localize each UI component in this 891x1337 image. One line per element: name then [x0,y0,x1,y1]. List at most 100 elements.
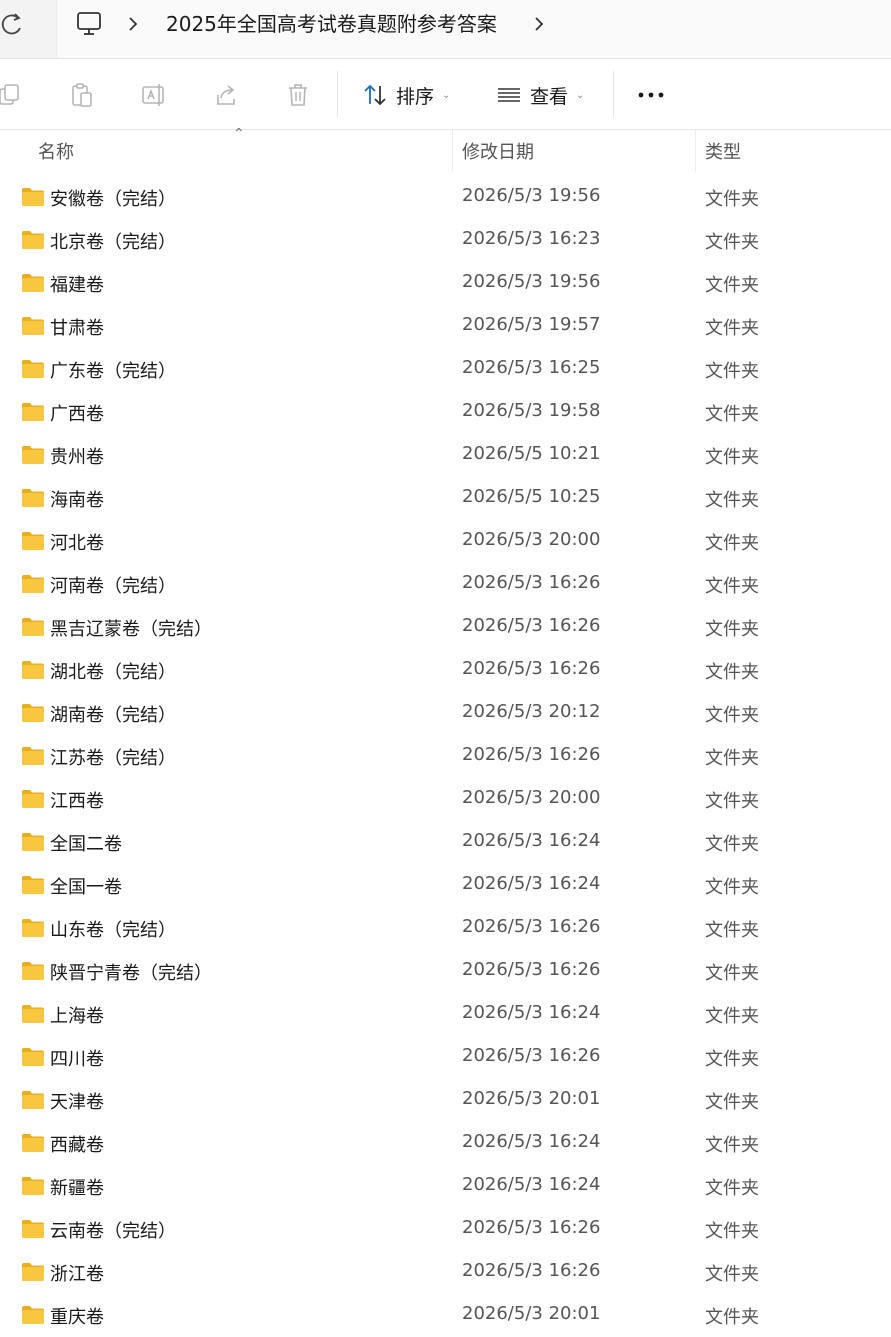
file-row[interactable]: 天津卷 2026/5/3 20:01 文件夹 [0,1079,891,1122]
folder-icon [22,1177,44,1195]
file-row[interactable]: 陕晋宁青卷（完结） 2026/5/3 16:26 文件夹 [0,950,891,993]
breadcrumb-current-folder[interactable]: 2025年全国高考试卷真题附参考答案 [166,10,497,38]
folder-icon [22,747,44,765]
file-modified-date: 2026/5/3 16:26 [462,744,601,765]
file-type: 文件夹 [705,791,759,812]
folder-icon [22,1091,44,1109]
file-row[interactable]: 甘肃卷 2026/5/3 19:57 文件夹 [0,305,891,348]
folder-icon [22,489,44,507]
command-bar: 排序 ⌄ 查看 ⌄ [0,59,891,130]
file-modified-date: 2026/5/3 16:24 [462,1002,601,1023]
file-row[interactable]: 重庆卷 2026/5/3 20:01 文件夹 [0,1294,891,1337]
more-options-icon[interactable] [636,83,666,107]
chevron-down-icon: ⌄ [576,89,585,101]
file-row[interactable]: 山东卷（完结） 2026/5/3 16:26 文件夹 [0,907,891,950]
file-row[interactable]: 云南卷（完结） 2026/5/3 16:26 文件夹 [0,1208,891,1251]
file-row[interactable]: 黑吉辽蒙卷（完结） 2026/5/3 16:26 文件夹 [0,606,891,649]
file-name: 全国二卷 [50,834,122,855]
folder-icon [22,962,44,980]
chevron-right-icon[interactable] [530,11,548,37]
column-divider[interactable] [452,130,453,172]
folder-icon [22,274,44,292]
file-row[interactable]: 福建卷 2026/5/3 19:56 文件夹 [0,262,891,305]
folder-icon [22,790,44,808]
file-type: 文件夹 [705,1135,759,1156]
file-row[interactable]: 河北卷 2026/5/3 20:00 文件夹 [0,520,891,563]
file-name: 西藏卷 [50,1135,104,1156]
file-type: 文件夹 [705,189,759,210]
copy-icon[interactable] [0,81,24,109]
file-row[interactable]: 河南卷（完结） 2026/5/3 16:26 文件夹 [0,563,891,606]
file-row[interactable]: 全国二卷 2026/5/3 16:24 文件夹 [0,821,891,864]
file-row[interactable]: 浙江卷 2026/5/3 16:26 文件夹 [0,1251,891,1294]
file-type: 文件夹 [705,490,759,511]
file-modified-date: 2026/5/3 16:26 [462,615,601,636]
file-name: 北京卷（完结） [50,232,176,253]
file-row[interactable]: 西藏卷 2026/5/3 16:24 文件夹 [0,1122,891,1165]
file-row[interactable]: 广东卷（完结） 2026/5/3 16:25 文件夹 [0,348,891,391]
folder-icon [22,876,44,894]
file-row[interactable]: 广西卷 2026/5/3 19:58 文件夹 [0,391,891,434]
chevron-down-icon: ⌄ [442,89,451,101]
column-divider[interactable] [695,130,696,172]
folder-icon [22,317,44,335]
file-type: 文件夹 [705,1006,759,1027]
file-name: 河南卷（完结） [50,576,176,597]
this-pc-icon[interactable] [76,10,102,38]
refresh-icon[interactable] [0,10,26,38]
folder-icon [22,1005,44,1023]
file-row[interactable]: 新疆卷 2026/5/3 16:24 文件夹 [0,1165,891,1208]
file-row[interactable]: 全国一卷 2026/5/3 16:24 文件夹 [0,864,891,907]
file-row[interactable]: 四川卷 2026/5/3 16:26 文件夹 [0,1036,891,1079]
file-name: 山东卷（完结） [50,920,176,941]
folder-icon [22,231,44,249]
toolbar-separator [337,71,338,117]
folder-icon [22,661,44,679]
file-modified-date: 2026/5/3 16:26 [462,1260,601,1281]
sort-button[interactable]: 排序 ⌄ [362,79,450,111]
file-type: 文件夹 [705,1221,759,1242]
file-name: 浙江卷 [50,1264,104,1285]
file-name: 安徽卷（完结） [50,189,176,210]
file-modified-date: 2026/5/5 10:21 [462,443,601,464]
file-row[interactable]: 江西卷 2026/5/3 20:00 文件夹 [0,778,891,821]
file-modified-date: 2026/5/3 16:23 [462,228,601,249]
file-row[interactable]: 江苏卷（完结） 2026/5/3 16:26 文件夹 [0,735,891,778]
file-modified-date: 2026/5/3 16:26 [462,916,601,937]
file-name: 重庆卷 [50,1307,104,1328]
file-row[interactable]: 湖南卷（完结） 2026/5/3 20:12 文件夹 [0,692,891,735]
file-row[interactable]: 上海卷 2026/5/3 16:24 文件夹 [0,993,891,1036]
file-type: 文件夹 [705,1307,759,1328]
share-icon[interactable] [212,81,240,109]
file-list: 安徽卷（完结） 2026/5/3 19:56 文件夹 北京卷（完结） 2026/5/3 … [0,176,891,1337]
file-name: 天津卷 [50,1092,104,1113]
file-type: 文件夹 [705,318,759,339]
delete-icon[interactable] [284,81,312,109]
file-row[interactable]: 湖北卷（完结） 2026/5/3 16:26 文件夹 [0,649,891,692]
view-button[interactable]: 查看 ⌄ [496,79,584,111]
file-type: 文件夹 [705,920,759,941]
file-modified-date: 2026/5/3 16:24 [462,1131,601,1152]
file-type: 文件夹 [705,232,759,253]
file-row[interactable]: 海南卷 2026/5/5 10:25 文件夹 [0,477,891,520]
file-type: 文件夹 [705,275,759,296]
rename-icon[interactable] [140,81,168,109]
column-name-header[interactable]: 名称 [38,138,74,164]
file-row[interactable]: 安徽卷（完结） 2026/5/3 19:56 文件夹 [0,176,891,219]
column-type-header[interactable]: 类型 [705,138,741,164]
file-name: 广西卷 [50,404,104,425]
folder-icon [22,618,44,636]
sort-icon [364,84,386,106]
file-modified-date: 2026/5/3 19:56 [462,185,601,206]
chevron-right-icon[interactable] [124,11,142,37]
file-row[interactable]: 北京卷（完结） 2026/5/3 16:23 文件夹 [0,219,891,262]
paste-icon[interactable] [68,81,96,109]
file-type: 文件夹 [705,404,759,425]
file-type: 文件夹 [705,748,759,769]
file-type: 文件夹 [705,447,759,468]
file-type: 文件夹 [705,662,759,683]
file-row[interactable]: 贵州卷 2026/5/5 10:21 文件夹 [0,434,891,477]
file-name: 全国一卷 [50,877,122,898]
file-modified-date: 2026/5/3 16:26 [462,658,601,679]
column-date-header[interactable]: 修改日期 [462,138,534,164]
